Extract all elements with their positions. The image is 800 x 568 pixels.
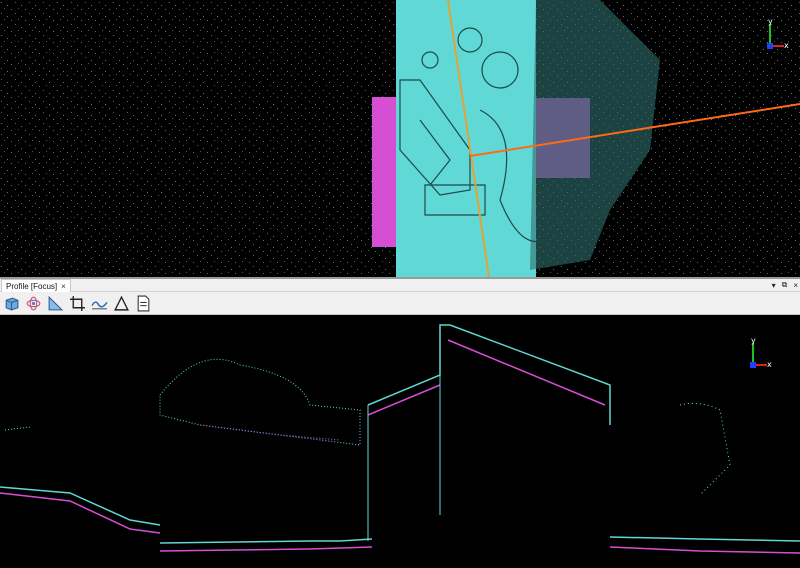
axis-gizmo-top: y x [767,18,789,50]
profile-panel-titlebar: Profile [Focus] × ▾ ⧉ × [0,279,800,292]
close-icon[interactable]: × [61,281,66,292]
menu-dropdown-icon[interactable]: ▾ [772,281,776,290]
cyan-cloud-main [396,0,536,277]
triangle-icon[interactable] [112,294,131,313]
svg-text:x: x [784,41,789,50]
tab-label: Profile [Focus] [6,281,58,291]
profile-wave-icon[interactable] [90,294,109,313]
ruler-triangle-icon[interactable] [46,294,65,313]
right-tree-points [679,402,731,496]
left-sparse-points [4,426,31,431]
profile-toolbar [0,292,800,315]
tab-profile-focus[interactable]: Profile [Focus] × [1,279,71,292]
cube-icon[interactable] [2,294,21,313]
svg-text:y: y [768,18,773,26]
float-window-icon[interactable]: ⧉ [782,280,788,290]
axis-gizmo-profile: y x [750,337,772,369]
point-cloud-plan-view [0,0,800,277]
tree-canopy-magenta [199,424,341,441]
profile-magenta-ground-left [0,492,161,534]
svg-text:y: y [751,337,756,345]
orbit-icon[interactable] [24,294,43,313]
point-cloud-profile [0,324,800,554]
svg-text:x: x [767,360,772,369]
close-panel-icon[interactable]: × [793,281,798,290]
crop-icon[interactable] [68,294,87,313]
document-icon[interactable] [134,294,153,313]
profile-viewport[interactable]: y x [0,315,800,568]
panel-window-controls: ▾ ⧉ × [772,279,798,291]
top-3d-viewport[interactable]: y x [0,0,800,277]
